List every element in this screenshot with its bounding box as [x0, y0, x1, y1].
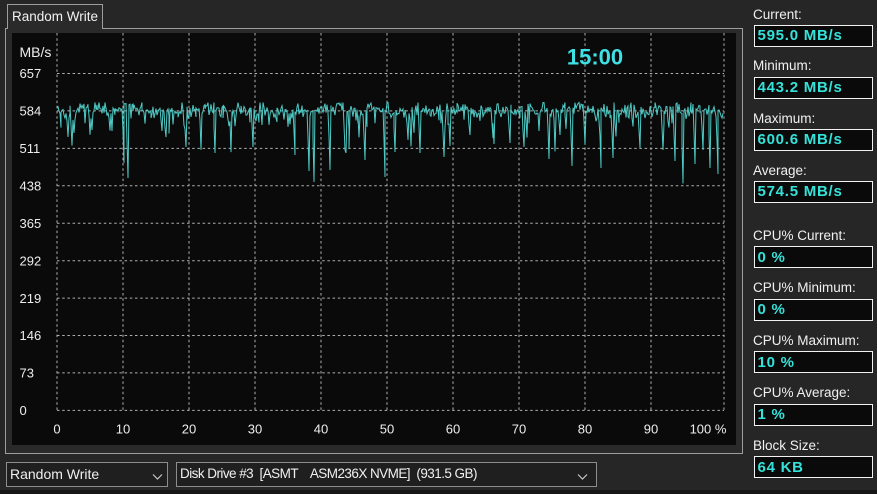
svg-text:146: 146 [20, 328, 42, 343]
svg-text:40: 40 [314, 422, 328, 437]
svg-text:584: 584 [20, 104, 42, 119]
svg-text:50: 50 [380, 422, 394, 437]
svg-text:0: 0 [53, 422, 60, 437]
svg-text:MB/s: MB/s [20, 44, 52, 60]
svg-text:365: 365 [20, 216, 42, 231]
svg-text:100 %: 100 % [690, 422, 727, 437]
svg-text:60: 60 [446, 422, 460, 437]
svg-text:219: 219 [20, 291, 42, 306]
svg-text:70: 70 [512, 422, 526, 437]
svg-text:511: 511 [20, 141, 41, 156]
svg-text:73: 73 [20, 366, 34, 381]
svg-text:20: 20 [182, 422, 196, 437]
svg-text:292: 292 [20, 253, 42, 268]
svg-text:80: 80 [578, 422, 592, 437]
svg-text:15:00: 15:00 [567, 44, 623, 69]
svg-text:657: 657 [20, 66, 42, 81]
svg-text:10: 10 [116, 422, 130, 437]
svg-text:438: 438 [20, 179, 42, 194]
svg-text:90: 90 [644, 422, 658, 437]
svg-text:0: 0 [20, 403, 27, 418]
svg-text:30: 30 [248, 422, 262, 437]
